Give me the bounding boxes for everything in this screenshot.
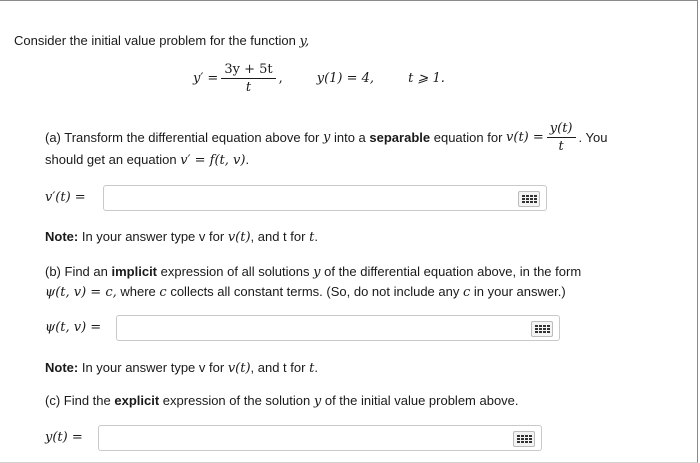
ivp-comma: , [278, 70, 283, 86]
part-a-suffix: . You [578, 129, 608, 145]
part-a-note-text: In your answer type v for [81, 229, 225, 244]
ivp-equation: y′ = 3y + 5t t , y(1) = 4, t ⩾ 1. [193, 60, 445, 96]
part-a-bold: separable [369, 129, 431, 145]
part-c-prefix: (c) Find the [45, 393, 111, 408]
part-a-line2-math: v′ = f(t, v) [180, 153, 246, 168]
ivp-initial-condition: y(1) = 4, [316, 70, 375, 86]
part-a-frac-den: t [558, 138, 564, 154]
part-a-line2-end: . [245, 152, 250, 167]
part-a-frac-num: y(t) [546, 121, 576, 138]
intro-line: Consider the initial value problem for t… [14, 33, 309, 49]
part-c-text2: of the initial value problem above. [324, 393, 519, 408]
part-a-note: Note: In your answer type v for v(t), an… [45, 229, 318, 245]
part-a-line2: should get an equation v′ = f(t, v). [45, 152, 249, 168]
part-b-var-y: y [313, 265, 321, 280]
part-b-line2: ψ(t, v) = c, where c collects all consta… [45, 284, 566, 300]
part-b-line2-text1: where [120, 284, 156, 299]
part-b-line2-text3: in your answer.) [473, 284, 566, 299]
part-b-note-math1: v(t) [227, 361, 251, 376]
keyboard-icon[interactable] [513, 431, 535, 447]
part-a-note-bold: Note: [45, 229, 79, 244]
part-b-line2-text2: collects all constant terms. (So, do not… [170, 284, 460, 299]
part-b-note-end: . [314, 360, 318, 375]
keyboard-icon[interactable] [531, 321, 553, 337]
part-a-mid: into a [333, 129, 366, 145]
ivp-fraction: 3y + 5t t [221, 62, 276, 95]
ivp-domain: t ⩾ 1. [408, 70, 445, 86]
part-b-note-text2: , and t for [250, 360, 306, 375]
part-a-note-text2: , and t for [250, 229, 306, 244]
y-answer-input[interactable] [98, 425, 542, 451]
part-a-prefix: (a) Transform the differential equation … [45, 129, 320, 145]
part-b-bold: implicit [111, 264, 158, 279]
part-b-var-c: c [159, 285, 167, 300]
part-a-v-def: v(t) = [506, 129, 544, 145]
part-b-text1: expression of all solutions [160, 264, 310, 279]
psi-answer-input[interactable] [116, 315, 560, 341]
part-c-bold: explicit [114, 393, 160, 408]
ivp-denominator: t [245, 79, 252, 95]
part-a-line2-text: should get an equation [45, 152, 177, 167]
part-b-prefix: (b) Find an [45, 264, 108, 279]
part-b-line2-math: ψ(t, v) = c, [45, 285, 117, 300]
part-a-note-end: . [314, 229, 318, 244]
ivp-lhs: y′ = [193, 70, 219, 86]
part-b-note-text: In your answer type v for [81, 360, 225, 375]
part-c-var-y: y [313, 394, 322, 409]
intro-text: Consider the initial value problem for t… [14, 33, 296, 48]
part-b-input-label: ψ(t, v) = [45, 320, 102, 335]
part-a-var-y: y [322, 129, 331, 145]
part-b-note: Note: In your answer type v for v(t), an… [45, 360, 318, 376]
keyboard-icon[interactable] [518, 191, 540, 207]
part-b-note-bold: Note: [45, 360, 79, 375]
part-c-line1: (c) Find the explicit expression of the … [45, 393, 519, 409]
part-a-after-bold: equation for [433, 129, 503, 145]
part-a-line1: (a) Transform the differential equation … [45, 120, 607, 154]
part-a-input-label: v′(t) = [45, 190, 86, 205]
ivp-numerator: 3y + 5t [221, 62, 276, 79]
part-c-text1: expression of the solution [162, 393, 311, 408]
intro-var: y, [299, 34, 310, 49]
part-b-text2: of the differential equation above, in t… [324, 264, 582, 279]
part-b-var-c2: c [463, 285, 471, 300]
v-prime-answer-input[interactable] [103, 185, 547, 211]
part-b-line1: (b) Find an implicit expression of all s… [45, 264, 581, 280]
part-a-note-math1: v(t) [227, 230, 251, 245]
part-c-input-label: y(t) = [45, 430, 83, 445]
part-a-fraction: y(t) t [546, 121, 576, 154]
